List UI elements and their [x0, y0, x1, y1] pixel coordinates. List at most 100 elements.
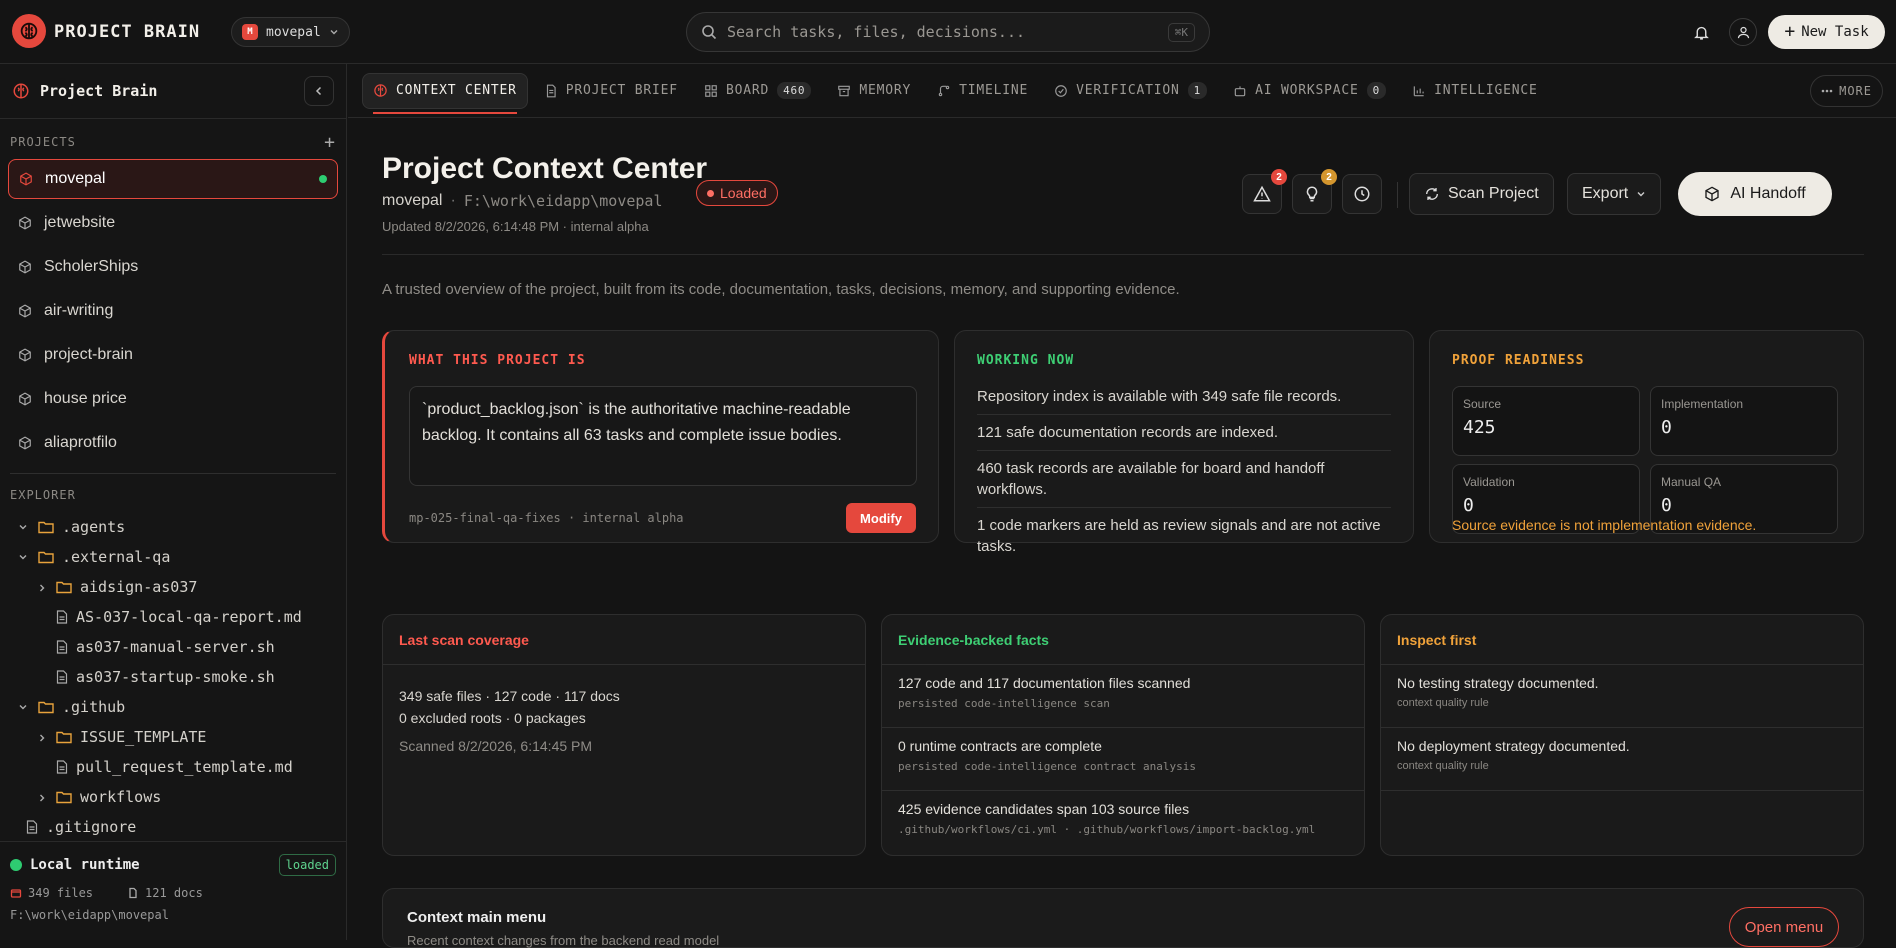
sidebar-project-item[interactable]: jetwebsite: [8, 203, 338, 243]
search-placeholder: Search tasks, files, decisions...: [727, 23, 1026, 41]
chevron-down-icon[interactable]: [18, 702, 30, 712]
status-text: Loaded: [720, 185, 767, 201]
project-summary-meta: mp-025-final-qa-fixes · internal alpha: [409, 511, 684, 525]
sidebar-project-item[interactable]: house price: [8, 379, 338, 419]
sidebar-project-item[interactable]: air-writing: [8, 291, 338, 331]
sidebar-project-item[interactable]: project-brain: [8, 335, 338, 375]
bot-icon: [1233, 84, 1247, 98]
tree-file[interactable]: AS-037-local-qa-report.md: [0, 602, 346, 632]
status-dot: [707, 189, 714, 197]
working-now-item: 1 code markers are held as review signal…: [977, 517, 1381, 555]
collapse-sidebar-button[interactable]: [304, 76, 334, 106]
project-selector-label: movepal: [266, 24, 321, 40]
project-selector[interactable]: M movepal: [231, 17, 350, 47]
open-menu-button[interactable]: Open menu: [1729, 907, 1839, 947]
last-scan-line2: 0 excluded roots · 0 packages: [399, 710, 586, 726]
tab-intelligence[interactable]: INTELLIGENCE: [1402, 73, 1548, 109]
tab-context-center[interactable]: CONTEXT CENTER: [362, 72, 528, 114]
tab-verification[interactable]: VERIFICATION 1: [1044, 73, 1217, 109]
add-project-icon[interactable]: +: [324, 132, 336, 153]
ai-handoff-button[interactable]: AI Handoff: [1678, 172, 1832, 216]
chevron-right-icon[interactable]: [37, 581, 47, 593]
last-scan-heading: Last scan coverage: [383, 615, 865, 665]
tree-folder[interactable]: .external-qa: [0, 542, 346, 572]
sidebar-project-item[interactable]: aliaprotfilo: [8, 423, 338, 463]
projects-section-header: PROJECTS +: [0, 131, 346, 153]
alerts-button[interactable]: 2: [1242, 169, 1287, 214]
tree-file[interactable]: .gitignore: [0, 812, 346, 842]
folder-icon: [56, 790, 72, 804]
tab-board[interactable]: BOARD 460: [694, 73, 821, 109]
page-description: A trusted overview of the project, built…: [382, 281, 1180, 298]
ideas-button[interactable]: 2: [1292, 169, 1337, 214]
tree-item-label: aidsign-as037: [80, 578, 198, 596]
project-name-label: project-brain: [44, 346, 133, 363]
warning-icon: [1253, 185, 1271, 202]
evidence-facts-list: 127 code and 117 documentation files sca…: [882, 665, 1364, 854]
tab-label: CONTEXT CENTER: [396, 83, 517, 98]
tree-file[interactable]: pull_request_template.md: [0, 752, 346, 782]
more-tabs-button[interactable]: MORE: [1810, 74, 1883, 107]
explorer-label: EXPLORER: [10, 488, 76, 502]
new-task-button[interactable]: + New Task: [1768, 15, 1885, 49]
tab-ai-workspace[interactable]: AI WORKSPACE 0: [1223, 73, 1396, 109]
chevron-right-icon[interactable]: [37, 791, 47, 803]
proof-metric-value: 0: [1661, 495, 1672, 516]
more-label: MORE: [1839, 83, 1872, 98]
branch-icon: [937, 84, 951, 98]
runtime-docs-stat: 121 docs: [127, 886, 203, 900]
sidebar-project-item[interactable]: movepal: [8, 159, 338, 199]
tree-item-label: ISSUE_TEMPLATE: [80, 728, 207, 746]
bell-icon[interactable]: [1687, 18, 1715, 46]
tree-folder[interactable]: .agents: [0, 512, 346, 542]
tab-timeline[interactable]: TIMELINE: [927, 73, 1038, 109]
inspect-first-list: No testing strategy documented. context q…: [1381, 665, 1863, 791]
inspect-row: No deployment strategy documented. contex…: [1381, 728, 1863, 791]
folder-icon: [56, 580, 72, 594]
last-scan-time: Scanned 8/2/2026, 6:14:45 PM: [399, 738, 593, 754]
chevron-down-icon: [329, 27, 339, 37]
export-button[interactable]: Export: [1567, 173, 1662, 215]
chevron-down-icon[interactable]: [18, 552, 30, 562]
sidebar-project-item[interactable]: ScholerShips: [8, 247, 338, 287]
tree-folder[interactable]: workflows: [0, 782, 346, 812]
proof-metric-value: 425: [1463, 417, 1496, 438]
proof-metric-box: Source 425: [1452, 386, 1640, 456]
cube-icon: [18, 260, 32, 274]
tab-memory[interactable]: MEMORY: [827, 73, 921, 109]
working-now-item: 121 safe documentation records are index…: [977, 415, 1391, 451]
tab-count-badge: 460: [777, 82, 812, 99]
header-divider: [1397, 182, 1398, 208]
check-circle-icon: [1054, 84, 1068, 98]
tree-folder[interactable]: .github: [0, 692, 346, 722]
modify-button[interactable]: Modify: [846, 503, 916, 533]
brain-icon: [373, 83, 388, 98]
chevron-down-icon[interactable]: [18, 522, 30, 532]
folder-icon: [38, 550, 54, 564]
tree-folder[interactable]: ISSUE_TEMPLATE: [0, 722, 346, 752]
tree-file[interactable]: as037-manual-server.sh: [0, 632, 346, 662]
tab-project-brief[interactable]: PROJECT BRIEF: [534, 73, 688, 109]
project-name-label: jetwebsite: [44, 214, 116, 231]
sidebar-divider: [10, 473, 336, 474]
file-icon: [56, 760, 68, 774]
project-name: movepal: [382, 192, 443, 209]
fact-row: 425 evidence candidates span 103 source …: [882, 791, 1364, 854]
chevron-right-icon[interactable]: [37, 731, 47, 743]
project-summary-text: `product_backlog.json` is the authoritat…: [409, 386, 917, 486]
tree-file[interactable]: as037-startup-smoke.sh: [0, 662, 346, 692]
more-icon: [1821, 89, 1833, 93]
tree-folder[interactable]: aidsign-as037: [0, 572, 346, 602]
explorer-section-header: EXPLORER: [0, 484, 346, 506]
user-icon[interactable]: [1729, 18, 1757, 46]
scan-project-button[interactable]: Scan Project: [1409, 173, 1554, 215]
history-button[interactable]: [1342, 174, 1382, 214]
working-now-list: Repository index is available with 349 s…: [977, 379, 1391, 564]
tab-label: TIMELINE: [959, 83, 1029, 98]
inspect-title: No deployment strategy documented.: [1397, 738, 1630, 754]
proof-metric-value: 0: [1661, 417, 1672, 438]
working-now-heading: WORKING NOW: [977, 353, 1075, 368]
search-input[interactable]: Search tasks, files, decisions... ⌘K: [686, 12, 1210, 52]
folder-icon: [38, 700, 54, 714]
new-task-label: New Task: [1801, 24, 1869, 40]
